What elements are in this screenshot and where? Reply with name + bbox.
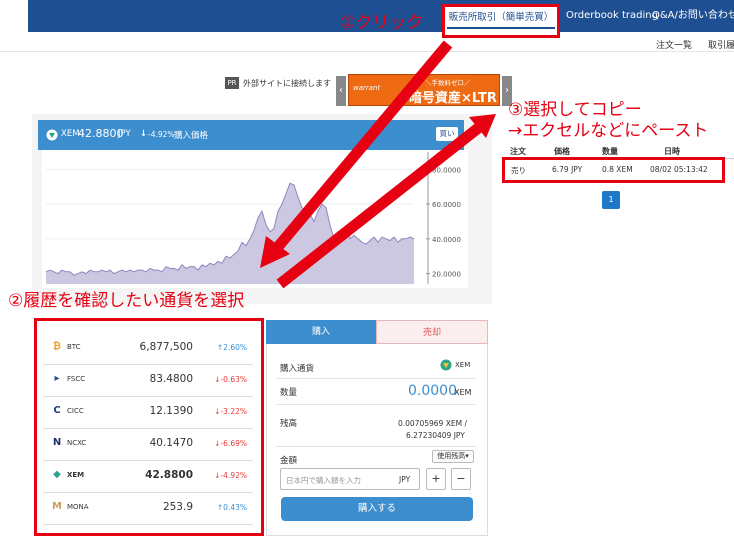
cicc-icon: C bbox=[53, 405, 61, 416]
balance-line1: 0.00705969 XEM / bbox=[398, 419, 467, 428]
currency-symbol: XEM bbox=[67, 471, 85, 479]
currency-price: 40.1470 bbox=[149, 437, 193, 449]
currency-change: ↓-4.92% bbox=[214, 471, 247, 480]
order-list-link[interactable]: 注文一覧 bbox=[656, 38, 692, 51]
history-cell-side: 売り bbox=[511, 166, 526, 175]
tab-buy[interactable]: 購入 bbox=[266, 320, 376, 344]
currency-row-ncxc[interactable]: N NCXC 40.1470 ↓-6.69% bbox=[43, 429, 253, 461]
external-site-notice: 外部サイトに接続します bbox=[243, 79, 331, 88]
bitcoin-icon: ₿ bbox=[52, 341, 62, 352]
buy-price-button[interactable]: 買い bbox=[436, 127, 458, 141]
annotation-step1: ①クリック bbox=[340, 13, 424, 33]
xem-icon bbox=[46, 129, 58, 141]
currency-price: 12.1390 bbox=[149, 405, 193, 417]
currency-symbol: BTC bbox=[67, 343, 81, 351]
ticker-label: 購入価格 bbox=[174, 131, 209, 141]
amount-label: 金額 bbox=[280, 456, 298, 466]
currency-row-fscc[interactable]: ▸ FSCC 83.4800 ↓-0.63% bbox=[43, 365, 253, 397]
currency-price: 42.8800 bbox=[145, 469, 193, 481]
currency-change-value: -4.92% bbox=[220, 471, 247, 480]
history-header-datetime: 日時 bbox=[664, 147, 680, 156]
trade-history-link[interactable]: 取引履 bbox=[708, 38, 734, 51]
currency-change: ↑0.43% bbox=[217, 503, 247, 512]
currency-row-cicc[interactable]: C CICC 12.1390 ↓-3.22% bbox=[43, 397, 253, 429]
history-header-order: 注文 bbox=[510, 147, 526, 156]
history-header-qty: 数量 bbox=[602, 147, 618, 156]
ticker-change: -4.92% bbox=[148, 130, 175, 139]
xem-icon: ◆ bbox=[53, 469, 61, 480]
quantity-unit: XEM bbox=[454, 388, 472, 397]
pr-badge: PR bbox=[225, 77, 239, 89]
amount-placeholder: 日本円で購入額を入力 bbox=[286, 476, 361, 485]
price-chart: 80.0000 60.0000 40.0000 20.0000 bbox=[42, 150, 468, 288]
amount-unit: JPY bbox=[399, 475, 411, 484]
chart-y-tick-label: 20.0000 bbox=[432, 271, 461, 279]
balance-line2: 6.27230409 JPY bbox=[406, 431, 465, 440]
xem-icon bbox=[440, 359, 452, 371]
divider bbox=[276, 378, 476, 379]
ad-top-line: ＼手数料ゼロ／ bbox=[425, 79, 471, 87]
currency-change-value: 0.43% bbox=[223, 503, 247, 512]
ticker-price: 42.8800 bbox=[78, 127, 124, 140]
currency-price: 83.4800 bbox=[149, 373, 193, 385]
chevron-left-icon[interactable]: ‹ bbox=[336, 76, 346, 106]
mona-icon: M bbox=[52, 501, 62, 512]
chart-y-tick-label: 60.0000 bbox=[432, 201, 461, 209]
quantity-label: 数量 bbox=[280, 388, 298, 398]
currency-price: 253.9 bbox=[162, 501, 193, 513]
history-cell-datetime: 08/02 05:13:42 bbox=[650, 165, 708, 174]
quantity-value: 0.0000 bbox=[408, 383, 457, 399]
decrement-button[interactable]: − bbox=[451, 468, 471, 490]
sub-nav: 注文一覧 取引履 bbox=[0, 32, 734, 52]
amount-input[interactable]: 日本円で購入額を入力 JPY bbox=[280, 468, 420, 490]
currency-symbol: CICC bbox=[67, 407, 84, 415]
currency-change: ↑2.60% bbox=[217, 343, 247, 352]
increment-button[interactable]: + bbox=[426, 468, 446, 490]
nav-qa-link[interactable]: Q&A/お問い合わせ bbox=[652, 0, 734, 32]
ticker-bar: XEM 42.8800 JPY ↓ -4.92% 購入価格 買い bbox=[38, 120, 464, 150]
annotation-step2: ②履歴を確認したい通貨を選択 bbox=[8, 291, 245, 311]
nav-orderbook-link[interactable]: Orderbook trading bbox=[566, 0, 658, 32]
ticker-currency: JPY bbox=[118, 129, 131, 139]
currency-change-value: -0.63% bbox=[220, 375, 247, 384]
balance-label: 残高 bbox=[280, 419, 298, 429]
fscc-icon: ▸ bbox=[54, 373, 60, 384]
purchase-currency-label: 購入通貨 bbox=[280, 364, 315, 374]
divider bbox=[276, 446, 476, 447]
chart-area-fill bbox=[46, 183, 414, 284]
currency-change: ↓-3.22% bbox=[214, 407, 247, 416]
ncxc-icon: N bbox=[52, 437, 62, 448]
ticker-symbol: XEM bbox=[61, 129, 80, 139]
currency-symbol: MONA bbox=[67, 503, 89, 511]
currency-symbol: NCXC bbox=[67, 439, 87, 447]
divider bbox=[276, 404, 476, 405]
currency-row-btc[interactable]: ₿ BTC 6,877,500 ↑2.60% bbox=[43, 333, 253, 365]
currency-change-value: 2.60% bbox=[223, 343, 247, 352]
currency-row-mona[interactable]: M MONA 253.9 ↑0.43% bbox=[43, 493, 253, 525]
ad-main-line: 暗号資産×LTR bbox=[409, 91, 497, 106]
currency-change-value: -6.69% bbox=[220, 439, 247, 448]
nav-simple-trade-label: 販売所取引（簡単売買） bbox=[446, 9, 556, 29]
chart-y-tick-label: 80.0000 bbox=[432, 166, 461, 174]
annotation-step3-line2: →エクセルなどにペースト bbox=[508, 121, 709, 141]
pagination-page-1[interactable]: 1 bbox=[602, 191, 620, 209]
ad-banner[interactable]: warrant ＼手数料ゼロ／ 暗号資産×LTR bbox=[348, 74, 500, 106]
currency-change: ↓-6.69% bbox=[214, 439, 247, 448]
currency-change: ↓-0.63% bbox=[214, 375, 247, 384]
purchase-button[interactable]: 購入する bbox=[281, 497, 473, 521]
tab-sell[interactable]: 売却 bbox=[376, 320, 488, 344]
currency-price: 6,877,500 bbox=[139, 341, 193, 353]
history-cell-qty: 0.8 XEM bbox=[602, 165, 633, 174]
currency-row-xem[interactable]: ◆ XEM 42.8800 ↓-4.92% bbox=[43, 461, 253, 493]
arrow-down-icon: ↓ bbox=[140, 129, 148, 139]
currency-change-value: -3.22% bbox=[220, 407, 247, 416]
ad-logo: warrant bbox=[353, 84, 381, 92]
purchase-currency-value: XEM bbox=[455, 361, 471, 369]
chart-y-tick-label: 40.0000 bbox=[432, 236, 461, 244]
history-cell-price: 6.79 JPY bbox=[552, 165, 583, 174]
currency-symbol: FSCC bbox=[67, 375, 86, 383]
use-balance-dropdown[interactable]: 使用残高▾ bbox=[432, 450, 474, 463]
history-header-price: 価格 bbox=[554, 147, 570, 156]
price-chart-svg: 80.0000 60.0000 40.0000 20.0000 bbox=[45, 152, 461, 284]
